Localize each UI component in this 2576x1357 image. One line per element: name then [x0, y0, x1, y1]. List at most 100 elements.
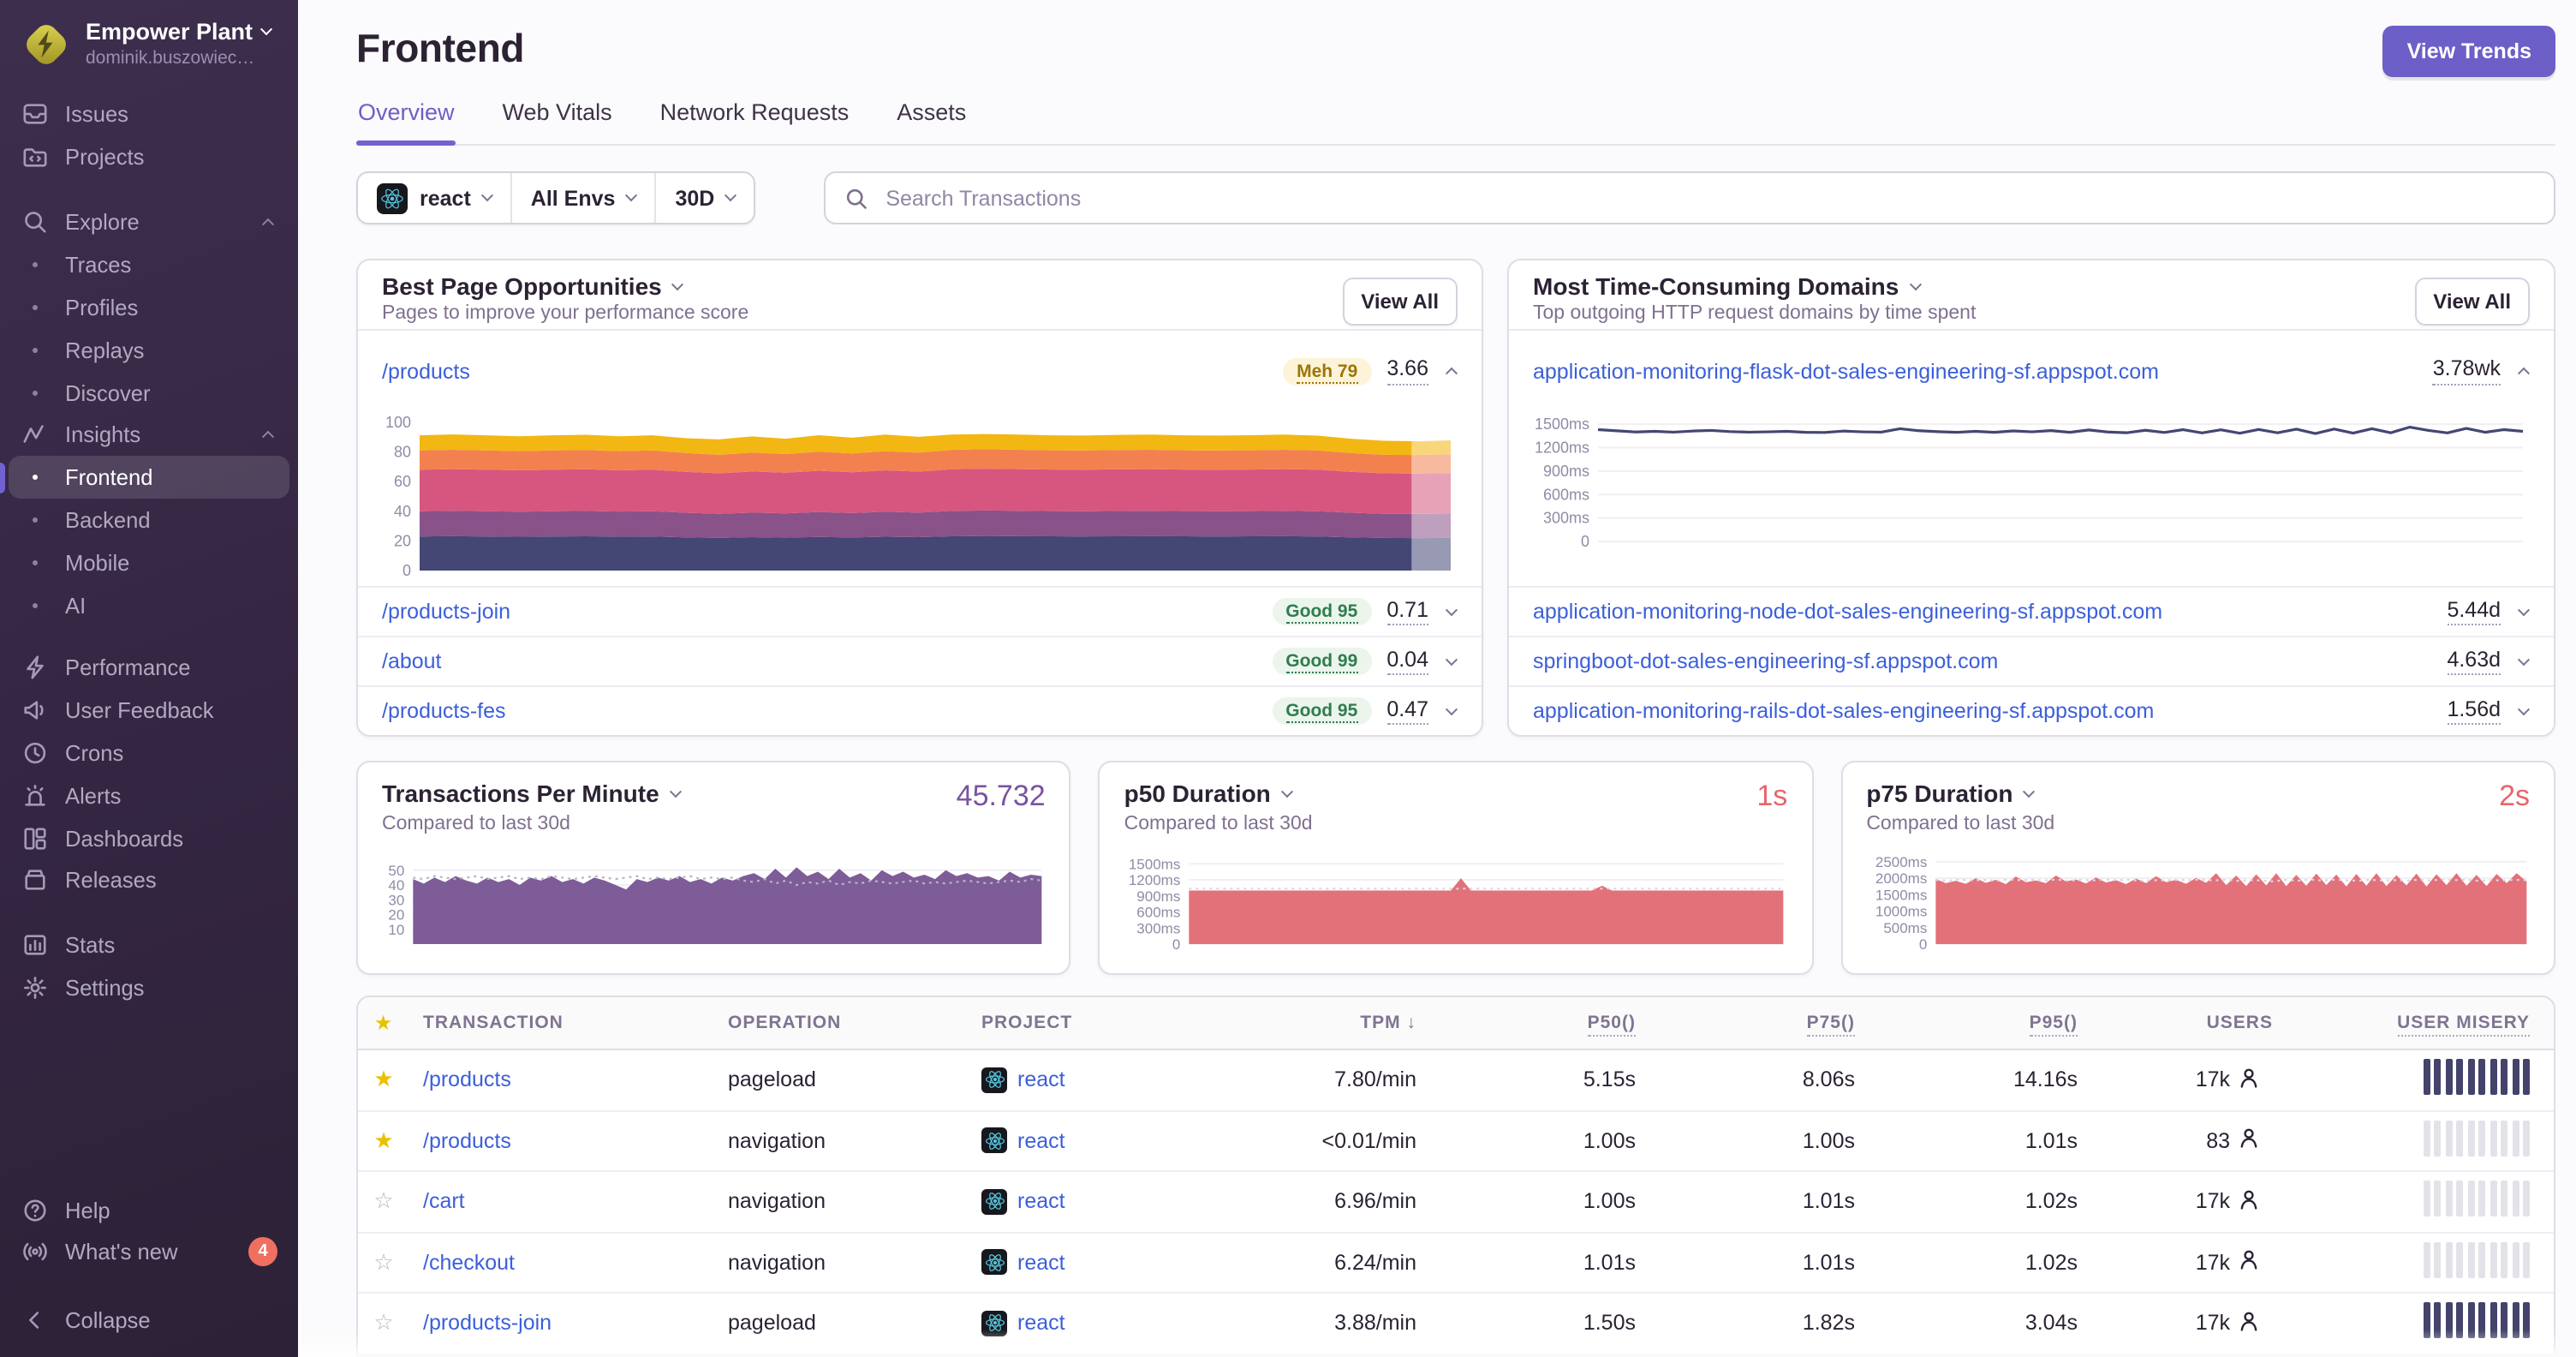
sidebar-item-profiles[interactable]: Profiles	[0, 286, 298, 329]
sidebar-item-dashboards[interactable]: Dashboards	[0, 817, 298, 860]
sidebar-item-mobile[interactable]: Mobile	[0, 541, 298, 584]
column-header-project[interactable]: PROJECT	[968, 1013, 1221, 1033]
sidebar-item-discover[interactable]: Discover	[0, 372, 298, 415]
p95-cell: 3.04s	[2024, 1311, 2078, 1336]
sidebar-item-traces[interactable]: Traces	[0, 244, 298, 287]
sidebar-item-issues[interactable]: Issues	[0, 93, 298, 135]
star-toggle[interactable]: ☆	[358, 1310, 409, 1337]
table-row[interactable]: ☆ /products-join pageload react 3.88/min 1.50…	[358, 1294, 2554, 1354]
sidebar-item-settings[interactable]: Settings	[0, 966, 298, 1009]
table-row[interactable]: ★ /products navigation react <0.01/min 1.00s 1…	[358, 1111, 2554, 1172]
transaction-link[interactable]: /cart	[423, 1190, 465, 1214]
bullet-icon	[21, 262, 48, 268]
tab-web-vitals[interactable]: Web Vitals	[501, 96, 614, 144]
sidebar-item-projects[interactable]: Projects	[0, 135, 298, 178]
page-row[interactable]: /products-join Good 95 0.71	[358, 586, 1482, 636]
sidebar-item-collapse[interactable]: Collapse	[0, 1299, 298, 1342]
chevron-down-icon[interactable]	[669, 785, 682, 798]
search-input[interactable]	[882, 184, 2535, 212]
user-misery-cell	[2300, 1059, 2554, 1101]
table-row[interactable]: ★ /products pageload react 7.80/min 5.15s 8.06…	[358, 1050, 2554, 1111]
domain-link[interactable]: application-monitoring-rails-dot-sales-e…	[1533, 699, 2431, 723]
domain-row-expanded[interactable]: application-monitoring-flask-dot-sales-e…	[1509, 331, 2554, 411]
project-link[interactable]: react	[1017, 1190, 1065, 1214]
sidebar-item-label: What's new	[65, 1239, 178, 1265]
column-header-tpm[interactable]: TPM ↓	[1221, 1013, 1444, 1033]
sidebar-item-explore[interactable]: Explore	[0, 201, 298, 244]
column-header-transaction[interactable]: TRANSACTION	[409, 1013, 714, 1033]
tab-overview[interactable]: Overview	[356, 96, 457, 146]
domain-row[interactable]: springboot-dot-sales-engineering-sf.apps…	[1509, 636, 2554, 685]
column-header-p75[interactable]: P75()	[1663, 1013, 1882, 1037]
page-link[interactable]: /products-fes	[382, 699, 1256, 723]
domain-link[interactable]: springboot-dot-sales-engineering-sf.apps…	[1533, 649, 2431, 673]
project-link[interactable]: react	[1017, 1129, 1065, 1153]
chevron-down-icon[interactable]	[671, 278, 684, 290]
svg-text:300ms: 300ms	[1137, 920, 1181, 936]
transaction-link[interactable]: /products	[423, 1068, 511, 1092]
transaction-search[interactable]	[824, 171, 2555, 224]
star-toggle[interactable]: ★	[358, 1067, 409, 1094]
page-row-expanded[interactable]: /products Meh 79 3.66	[358, 331, 1482, 411]
sidebar-item-help[interactable]: Help	[0, 1188, 298, 1231]
sidebar-item-user-feedback[interactable]: User Feedback	[0, 690, 298, 732]
svg-text:300ms: 300ms	[1543, 510, 1589, 527]
bullet-icon	[21, 559, 48, 565]
column-header-p95[interactable]: P95()	[1882, 1013, 2105, 1037]
tab-assets[interactable]: Assets	[895, 96, 968, 144]
sidebar-item-ai[interactable]: AI	[0, 584, 298, 627]
star-toggle[interactable]: ★	[358, 1127, 409, 1155]
column-header-users[interactable]: USERS	[2105, 1013, 2300, 1033]
sidebar-item-performance[interactable]: Performance	[0, 647, 298, 690]
star-column-header[interactable]: ★	[358, 1011, 409, 1035]
sidebar-item-insights[interactable]: Insights	[0, 414, 298, 457]
domain-row[interactable]: application-monitoring-node-dot-sales-en…	[1509, 586, 2554, 636]
star-outline-icon: ☆	[373, 1187, 394, 1214]
domain-link[interactable]: application-monitoring-flask-dot-sales-e…	[1533, 359, 2418, 383]
star-toggle[interactable]: ☆	[358, 1188, 409, 1216]
domain-link[interactable]: application-monitoring-node-dot-sales-en…	[1533, 600, 2431, 624]
chevron-down-icon[interactable]	[1280, 785, 1293, 798]
sidebar-item-crons[interactable]: Crons	[0, 732, 298, 774]
project-link[interactable]: react	[1017, 1068, 1065, 1092]
sidebar-item-stats[interactable]: Stats	[0, 924, 298, 967]
project-link[interactable]: react	[1017, 1312, 1065, 1336]
date-range-filter[interactable]: 30D	[654, 173, 754, 223]
operation-cell: navigation	[728, 1250, 826, 1275]
sidebar-item-alerts[interactable]: Alerts	[0, 774, 298, 817]
chevron-down-icon[interactable]	[1909, 278, 1922, 290]
project-filter[interactable]: react	[358, 173, 510, 223]
org-switcher[interactable]: Empower Plant dominik.buszowiec…	[0, 0, 298, 70]
page-link[interactable]: /products	[382, 359, 1267, 383]
sidebar-item-what-s-new[interactable]: What's new 4	[0, 1231, 298, 1274]
tpm-cell: 3.88/min	[1334, 1311, 1416, 1336]
view-all-button[interactable]: View All	[1342, 278, 1458, 326]
view-trends-button[interactable]: View Trends	[2382, 26, 2555, 77]
column-header-user-misery[interactable]: USER MISERY	[2300, 1013, 2554, 1037]
environment-filter[interactable]: All Envs	[510, 173, 655, 223]
table-row[interactable]: ☆ /cart navigation react 6.96/min 1.00s 1.01s 1…	[358, 1172, 2554, 1233]
tab-network-requests[interactable]: Network Requests	[659, 96, 851, 144]
page-row[interactable]: /about Good 99 0.04	[358, 636, 1482, 685]
star-toggle[interactable]: ☆	[358, 1249, 409, 1276]
page-link[interactable]: /products-join	[382, 600, 1256, 624]
transaction-link[interactable]: /products	[423, 1129, 511, 1153]
metric-title: p75 Duration	[1866, 780, 2013, 807]
chevron-down-icon[interactable]	[2023, 785, 2036, 798]
svg-text:50: 50	[388, 863, 404, 879]
sidebar-item-frontend[interactable]: Frontend	[0, 456, 289, 499]
domain-row[interactable]: application-monitoring-rails-dot-sales-e…	[1509, 685, 2554, 735]
sidebar-item-releases[interactable]: Releases	[0, 859, 298, 902]
page-link[interactable]: /about	[382, 649, 1256, 673]
table-row[interactable]: ☆ /checkout navigation react 6.24/min 1.01s 1.…	[358, 1233, 2554, 1294]
transaction-link[interactable]: /products-join	[423, 1312, 552, 1336]
sidebar-item-replays[interactable]: Replays	[0, 329, 298, 372]
column-header-p50[interactable]: P50()	[1444, 1013, 1663, 1037]
column-header-operation[interactable]: OPERATION	[714, 1013, 968, 1033]
view-all-button[interactable]: View All	[2414, 278, 2530, 326]
project-link[interactable]: react	[1017, 1251, 1065, 1275]
sidebar-item-backend[interactable]: Backend	[0, 499, 298, 541]
transaction-link[interactable]: /checkout	[423, 1251, 515, 1275]
page-row[interactable]: /products-fes Good 95 0.47	[358, 685, 1482, 735]
p50-cell: 1.00s	[1583, 1189, 1636, 1214]
